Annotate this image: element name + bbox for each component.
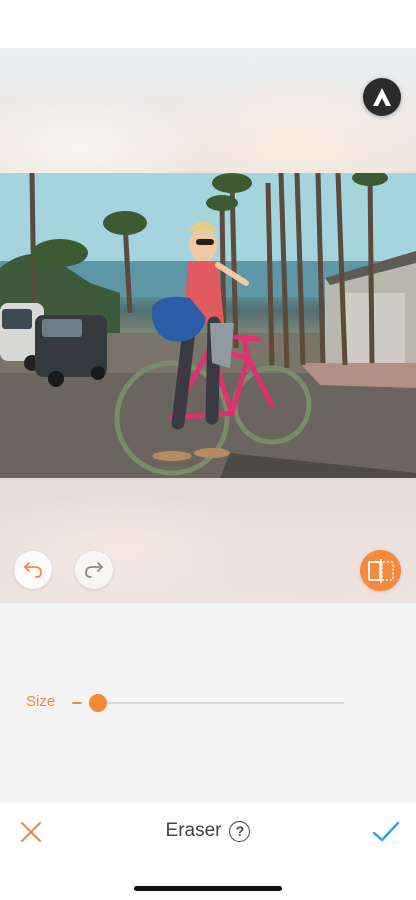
photo-canvas[interactable] <box>0 173 416 478</box>
editing-canvas[interactable] <box>0 48 416 603</box>
size-slider-thumb[interactable] <box>89 694 107 712</box>
screen-title: Eraser <box>165 820 222 841</box>
undo-arrow-icon <box>24 562 42 578</box>
size-minus-icon <box>72 702 82 704</box>
undo-button[interactable] <box>14 551 52 589</box>
home-indicator <box>134 886 282 891</box>
redo-arrow-icon <box>85 562 103 578</box>
title-group: Eraser ? <box>0 820 416 842</box>
size-label: Size <box>26 693 56 710</box>
checkmark-icon <box>372 821 400 842</box>
confirm-button[interactable] <box>372 819 400 845</box>
controls-panel: Size <box>0 603 416 803</box>
size-slider[interactable] <box>89 694 344 712</box>
app-logo-icon[interactable] <box>363 78 401 116</box>
compare-split-icon <box>367 558 394 583</box>
compare-button[interactable] <box>360 550 401 591</box>
help-icon[interactable]: ? <box>229 820 251 842</box>
bottom-bar: Eraser ? <box>0 803 416 900</box>
redo-button[interactable] <box>75 551 113 589</box>
eraser-screen: Size Eraser ? <box>0 0 416 900</box>
